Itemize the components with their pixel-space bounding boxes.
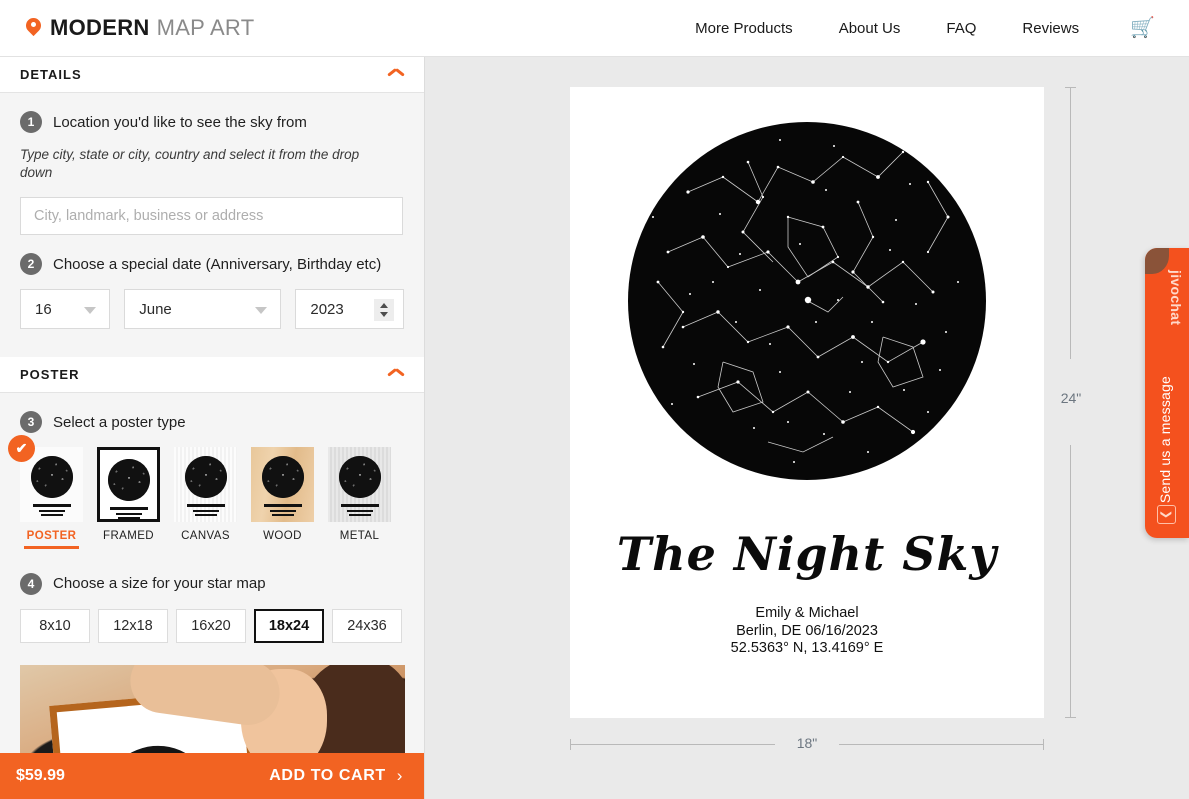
- star-field: [652, 139, 959, 463]
- step-4-label: Choose a size for your star map: [53, 575, 266, 593]
- brand-logo[interactable]: MODERN MAP ART: [22, 14, 255, 41]
- step-2-row: 2 Choose a special date (Anniversary, Bi…: [20, 253, 404, 276]
- chevron-up-icon[interactable]: [388, 370, 404, 380]
- section-body-poster: 3 Select a poster type ✔ POSTER FRAMED C…: [0, 411, 424, 643]
- step-4-row: 4 Choose a size for your star map: [20, 572, 404, 595]
- day-select[interactable]: 16: [20, 289, 111, 330]
- chevron-down-icon: [84, 307, 97, 315]
- nav-item-faq[interactable]: FAQ: [923, 20, 999, 37]
- add-to-cart-label: ADD TO CART: [269, 767, 386, 784]
- chevron-up-icon[interactable]: [388, 70, 404, 80]
- step-3-badge: 3: [20, 411, 42, 434]
- poster-type-label: FRAMED: [103, 530, 154, 543]
- poster-thumbnail-wood: [251, 447, 314, 523]
- site-header: MODERN MAP ART More Products About Us FA…: [0, 0, 1189, 57]
- brand-name-strong: MODERN: [50, 15, 150, 40]
- shopping-cart-icon[interactable]: 🛒: [1102, 18, 1165, 38]
- height-label: 24": [1060, 390, 1082, 406]
- step-1-badge: 1: [20, 111, 42, 133]
- jivochat-message-label: Send us a message: [1157, 376, 1173, 504]
- nav-item-more-products[interactable]: More Products: [672, 20, 816, 37]
- chevron-right-boxed-icon: ❯: [1157, 505, 1176, 524]
- add-to-cart-button[interactable]: ADD TO CART ›: [269, 766, 403, 786]
- jivochat-brand-label: jivochat: [1168, 270, 1184, 326]
- poster-names: Emily & Michael: [755, 605, 859, 621]
- jivochat-widget[interactable]: jivochat Send us a message ❯: [1145, 248, 1189, 538]
- section-header-poster[interactable]: POSTER: [0, 357, 424, 394]
- poster-type-metal[interactable]: METAL: [328, 447, 391, 549]
- chevron-right-icon: ›: [396, 766, 403, 785]
- poster-thumbnail-framed: [97, 447, 160, 523]
- width-label: 18": [796, 735, 818, 751]
- poster-type-label: WOOD: [263, 530, 302, 543]
- preview-stage: The Night Sky Emily & Michael Berlin, DE…: [425, 57, 1189, 799]
- poster-type-wood[interactable]: WOOD: [251, 447, 314, 549]
- cart-glyph: 🛒: [1130, 17, 1155, 39]
- date-picker-row: 16 June 2023: [20, 289, 404, 330]
- nav-item-about-us[interactable]: About Us: [816, 20, 924, 37]
- poster-thumbnail-canvas: [174, 447, 237, 523]
- month-value: June: [139, 300, 172, 318]
- poster-type-framed[interactable]: FRAMED: [97, 447, 160, 549]
- step-1-label: Location you'd like to see the sky from: [53, 113, 307, 131]
- poster-location-date: Berlin, DE 06/16/2023: [736, 622, 878, 639]
- step-4-badge: 4: [20, 572, 42, 595]
- size-option-8x10[interactable]: 8x10: [20, 608, 90, 643]
- size-option-24x36[interactable]: 24x36: [332, 608, 402, 643]
- section-title-details: DETAILS: [20, 67, 82, 82]
- location-hint: Type city, state or city, country and se…: [20, 147, 360, 181]
- main-navigation: More Products About Us FAQ Reviews 🛒: [672, 18, 1165, 38]
- location-input[interactable]: [20, 197, 403, 236]
- step-2-badge: 2: [20, 253, 42, 276]
- star-map-circle: [628, 122, 986, 480]
- section-title-poster: POSTER: [20, 367, 80, 383]
- poster-type-label: POSTER: [20, 530, 83, 549]
- poster-preview[interactable]: The Night Sky Emily & Michael Berlin, DE…: [570, 87, 1044, 718]
- day-value: 16: [35, 300, 52, 318]
- step-3-label: Select a poster type: [53, 413, 186, 431]
- price-label: $59.99: [16, 767, 65, 784]
- poster-title: The Night Sky: [616, 527, 998, 581]
- nav-item-reviews[interactable]: Reviews: [999, 20, 1102, 37]
- poster-type-canvas[interactable]: CANVAS: [174, 447, 237, 549]
- widget-corner-fold: [1145, 248, 1169, 274]
- step-1-row: 1 Location you'd like to see the sky fro…: [20, 111, 404, 133]
- section-header-details[interactable]: DETAILS: [0, 57, 424, 93]
- year-value: 2023: [310, 300, 344, 318]
- size-option-18x24[interactable]: 18x24: [254, 608, 324, 643]
- poster-type-label: CANVAS: [181, 530, 230, 543]
- poster-type-list: ✔ POSTER FRAMED CANVAS WOOD METAL: [8, 435, 404, 549]
- size-option-16x20[interactable]: 16x20: [176, 608, 246, 643]
- spinner-icon[interactable]: [374, 299, 394, 322]
- add-to-cart-bar[interactable]: $59.99 ADD TO CART ›: [0, 753, 424, 799]
- poster-type-label: METAL: [339, 530, 380, 543]
- year-stepper[interactable]: 2023: [295, 289, 404, 330]
- poster-subtext: Emily & Michael Berlin, DE 06/16/2023 52…: [570, 605, 1044, 658]
- size-option-12x18[interactable]: 12x18: [98, 608, 168, 643]
- step-2-label: Choose a special date (Anniversary, Birt…: [53, 255, 382, 273]
- poster-type-poster[interactable]: ✔ POSTER: [8, 435, 83, 549]
- month-select[interactable]: June: [124, 289, 282, 330]
- brand-name-light: MAP ART: [156, 15, 255, 40]
- step-3-row: 3 Select a poster type: [20, 411, 404, 434]
- width-guide: 18": [570, 735, 1044, 751]
- poster-coordinates: 52.5363° N, 13.4169° E: [730, 640, 884, 657]
- poster-thumbnail-metal: [328, 447, 391, 523]
- size-option-list: 8x10 12x18 16x20 18x24 24x36: [20, 608, 404, 643]
- configurator-sidebar: DETAILS 1 Location you'd like to see the…: [0, 57, 425, 799]
- section-body-details: 1 Location you'd like to see the sky fro…: [0, 111, 424, 330]
- map-pin-icon: [22, 14, 45, 39]
- chevron-down-icon: [255, 307, 268, 315]
